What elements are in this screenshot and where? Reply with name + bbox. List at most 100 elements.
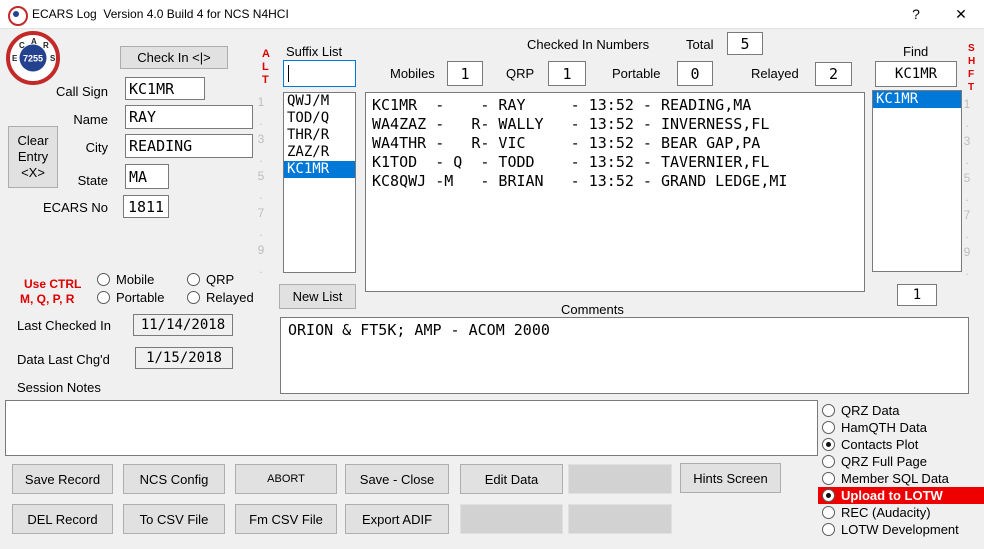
shft-hint-letter: F — [968, 69, 975, 80]
logo-number: 7255 — [19, 44, 47, 72]
call-sign-input[interactable] — [125, 77, 205, 100]
checkin-row[interactable]: WA4ZAZ - R- WALLY - 13:52 - INVERNESS,FL — [372, 115, 858, 134]
blank-button[interactable] — [568, 504, 672, 534]
save-close-button[interactable]: Save - Close — [345, 464, 449, 494]
ecars-log-window: ECARS Log Version 4.0 Build 4 for NCS N4… — [0, 0, 984, 549]
shft-number: . — [965, 227, 969, 241]
rec-audacity-radio[interactable]: REC (Audacity) — [818, 504, 984, 521]
export-adif-button[interactable]: Export ADIF — [345, 504, 449, 534]
suffix-list-label: Suffix List — [286, 44, 343, 59]
suffix-input[interactable] — [283, 60, 356, 87]
to-csv-file-button[interactable]: To CSV File — [123, 504, 225, 534]
checkin-row[interactable]: WA4THR - R- VIC - 13:52 - BEAR GAP,PA — [372, 134, 858, 153]
edit-data-button[interactable]: Edit Data — [460, 464, 563, 494]
lotw-development-radio-label: LOTW Development — [841, 522, 959, 537]
del-record-button[interactable]: DEL Record — [12, 504, 113, 534]
session-notes-label: Session Notes — [17, 380, 101, 395]
suffix-item[interactable]: THR/R — [284, 127, 355, 144]
upload-to-lotw-radio-label: Upload to LOTW — [841, 488, 943, 503]
clear-entry-line: Clear — [17, 133, 49, 148]
upload-to-lotw-radio[interactable]: Upload to LOTW — [818, 487, 984, 504]
find-input[interactable] — [875, 61, 957, 87]
alt-number: . — [259, 262, 263, 276]
name-input[interactable] — [125, 105, 253, 129]
qrp-radio-circle[interactable] — [187, 273, 200, 286]
shft-number: . — [965, 116, 969, 130]
portable-count-label: Portable — [612, 66, 661, 81]
session-notes-textarea[interactable] — [5, 400, 818, 456]
total-label: Total — [686, 37, 714, 52]
fm-csv-file-button[interactable]: Fm CSV File — [235, 504, 337, 534]
checkin-row[interactable]: K1TOD - Q - TODD - 13:52 - TAVERNIER,FL — [372, 153, 858, 172]
hints-screen-button[interactable]: Hints Screen — [680, 463, 781, 493]
checkin-listbox[interactable]: KC1MR - - RAY - 13:52 - READING,MA WA4ZA… — [365, 92, 865, 292]
suffix-item[interactable]: QWJ/M — [284, 93, 355, 110]
save-record-button[interactable]: Save Record — [12, 464, 113, 494]
rec-audacity-radio-label: REC (Audacity) — [841, 505, 931, 520]
shft-number: . — [965, 264, 969, 278]
suffix-listbox[interactable]: QWJ/M TOD/Q THR/R ZAZ/R KC1MR — [283, 92, 356, 273]
close-button[interactable]: ✕ — [938, 0, 984, 28]
hamqth-data-radio-circle[interactable] — [822, 421, 835, 434]
checkin-row[interactable]: KC1MR - - RAY - 13:52 - READING,MA — [372, 96, 858, 115]
qrz-full-page-radio-circle[interactable] — [822, 455, 835, 468]
shft-number: 9 — [963, 245, 971, 259]
alt-hint-letter: A — [262, 48, 270, 60]
find-item-selected[interactable]: KC1MR — [873, 91, 961, 108]
portable-radio-circle[interactable] — [97, 291, 110, 304]
checkin-row[interactable]: KC8QWJ -M - BRIAN - 13:52 - GRAND LEDGE,… — [372, 172, 858, 191]
logo-letter: R — [43, 41, 49, 50]
ncs-config-button[interactable]: NCS Config — [123, 464, 225, 494]
portable-radio[interactable]: Portable — [93, 290, 164, 305]
relayed-radio[interactable]: Relayed — [183, 290, 254, 305]
suffix-item[interactable]: ZAZ/R — [284, 144, 355, 161]
last-checked-in-label: Last Checked In — [17, 318, 111, 333]
ecars-no-input[interactable] — [123, 195, 169, 218]
lotw-development-radio[interactable]: LOTW Development — [818, 521, 984, 538]
qrz-data-radio-label: QRZ Data — [841, 403, 900, 418]
qrz-data-radio[interactable]: QRZ Data — [818, 402, 984, 419]
city-input[interactable] — [125, 134, 253, 158]
blank-button[interactable] — [460, 504, 563, 534]
find-listbox[interactable]: KC1MR — [872, 90, 962, 272]
mobile-radio-label: Mobile — [116, 272, 155, 287]
state-input[interactable] — [125, 164, 169, 189]
lotw-development-radio-circle[interactable] — [822, 523, 835, 536]
mobile-radio-circle[interactable] — [97, 273, 110, 286]
contacts-plot-radio-circle[interactable] — [822, 438, 835, 451]
clear-entry-button[interactable]: Clear Entry <X> — [8, 126, 58, 188]
logo-letter: S — [50, 54, 56, 63]
alt-number: 5 — [257, 169, 265, 183]
portable-value-box: 0 — [677, 61, 713, 86]
shft-number: . — [965, 153, 969, 167]
shft-hint-letter: H — [968, 56, 976, 67]
mobile-radio[interactable]: Mobile — [93, 272, 154, 287]
alt-number: . — [259, 114, 263, 128]
ctrl-hint-line1: Use CTRL — [24, 277, 82, 291]
alt-number: 3 — [257, 132, 265, 146]
new-list-button[interactable]: New List — [279, 284, 356, 309]
qrz-full-page-radio[interactable]: QRZ Full Page — [818, 453, 984, 470]
find-count-box: 1 — [897, 284, 937, 306]
upload-to-lotw-radio-circle[interactable] — [822, 489, 835, 502]
member-sql-data-radio[interactable]: Member SQL Data — [818, 470, 984, 487]
qrp-radio-label: QRP — [206, 272, 235, 287]
suffix-item-selected[interactable]: KC1MR — [284, 161, 355, 178]
check-in-button[interactable]: Check In <|> — [120, 46, 228, 69]
member-sql-data-radio-circle[interactable] — [822, 472, 835, 485]
rec-audacity-radio-circle[interactable] — [822, 506, 835, 519]
relayed-radio-label: Relayed — [206, 290, 254, 305]
help-button[interactable]: ? — [898, 0, 934, 28]
ecars-no-label: ECARS No — [42, 200, 108, 215]
suffix-item[interactable]: TOD/Q — [284, 110, 355, 127]
qrp-radio[interactable]: QRP — [183, 272, 234, 287]
relayed-radio-circle[interactable] — [187, 291, 200, 304]
contacts-plot-radio[interactable]: Contacts Plot — [818, 436, 984, 453]
comments-box[interactable]: ORION & FT5K; AMP - ACOM 2000 — [280, 317, 969, 394]
contacts-plot-radio-label: Contacts Plot — [841, 437, 919, 452]
hamqth-data-radio[interactable]: HamQTH Data — [818, 419, 984, 436]
find-label: Find — [903, 44, 929, 59]
abort-button[interactable]: ABORT — [235, 464, 337, 494]
qrz-data-radio-circle[interactable] — [822, 404, 835, 417]
blank-button[interactable] — [568, 464, 672, 494]
